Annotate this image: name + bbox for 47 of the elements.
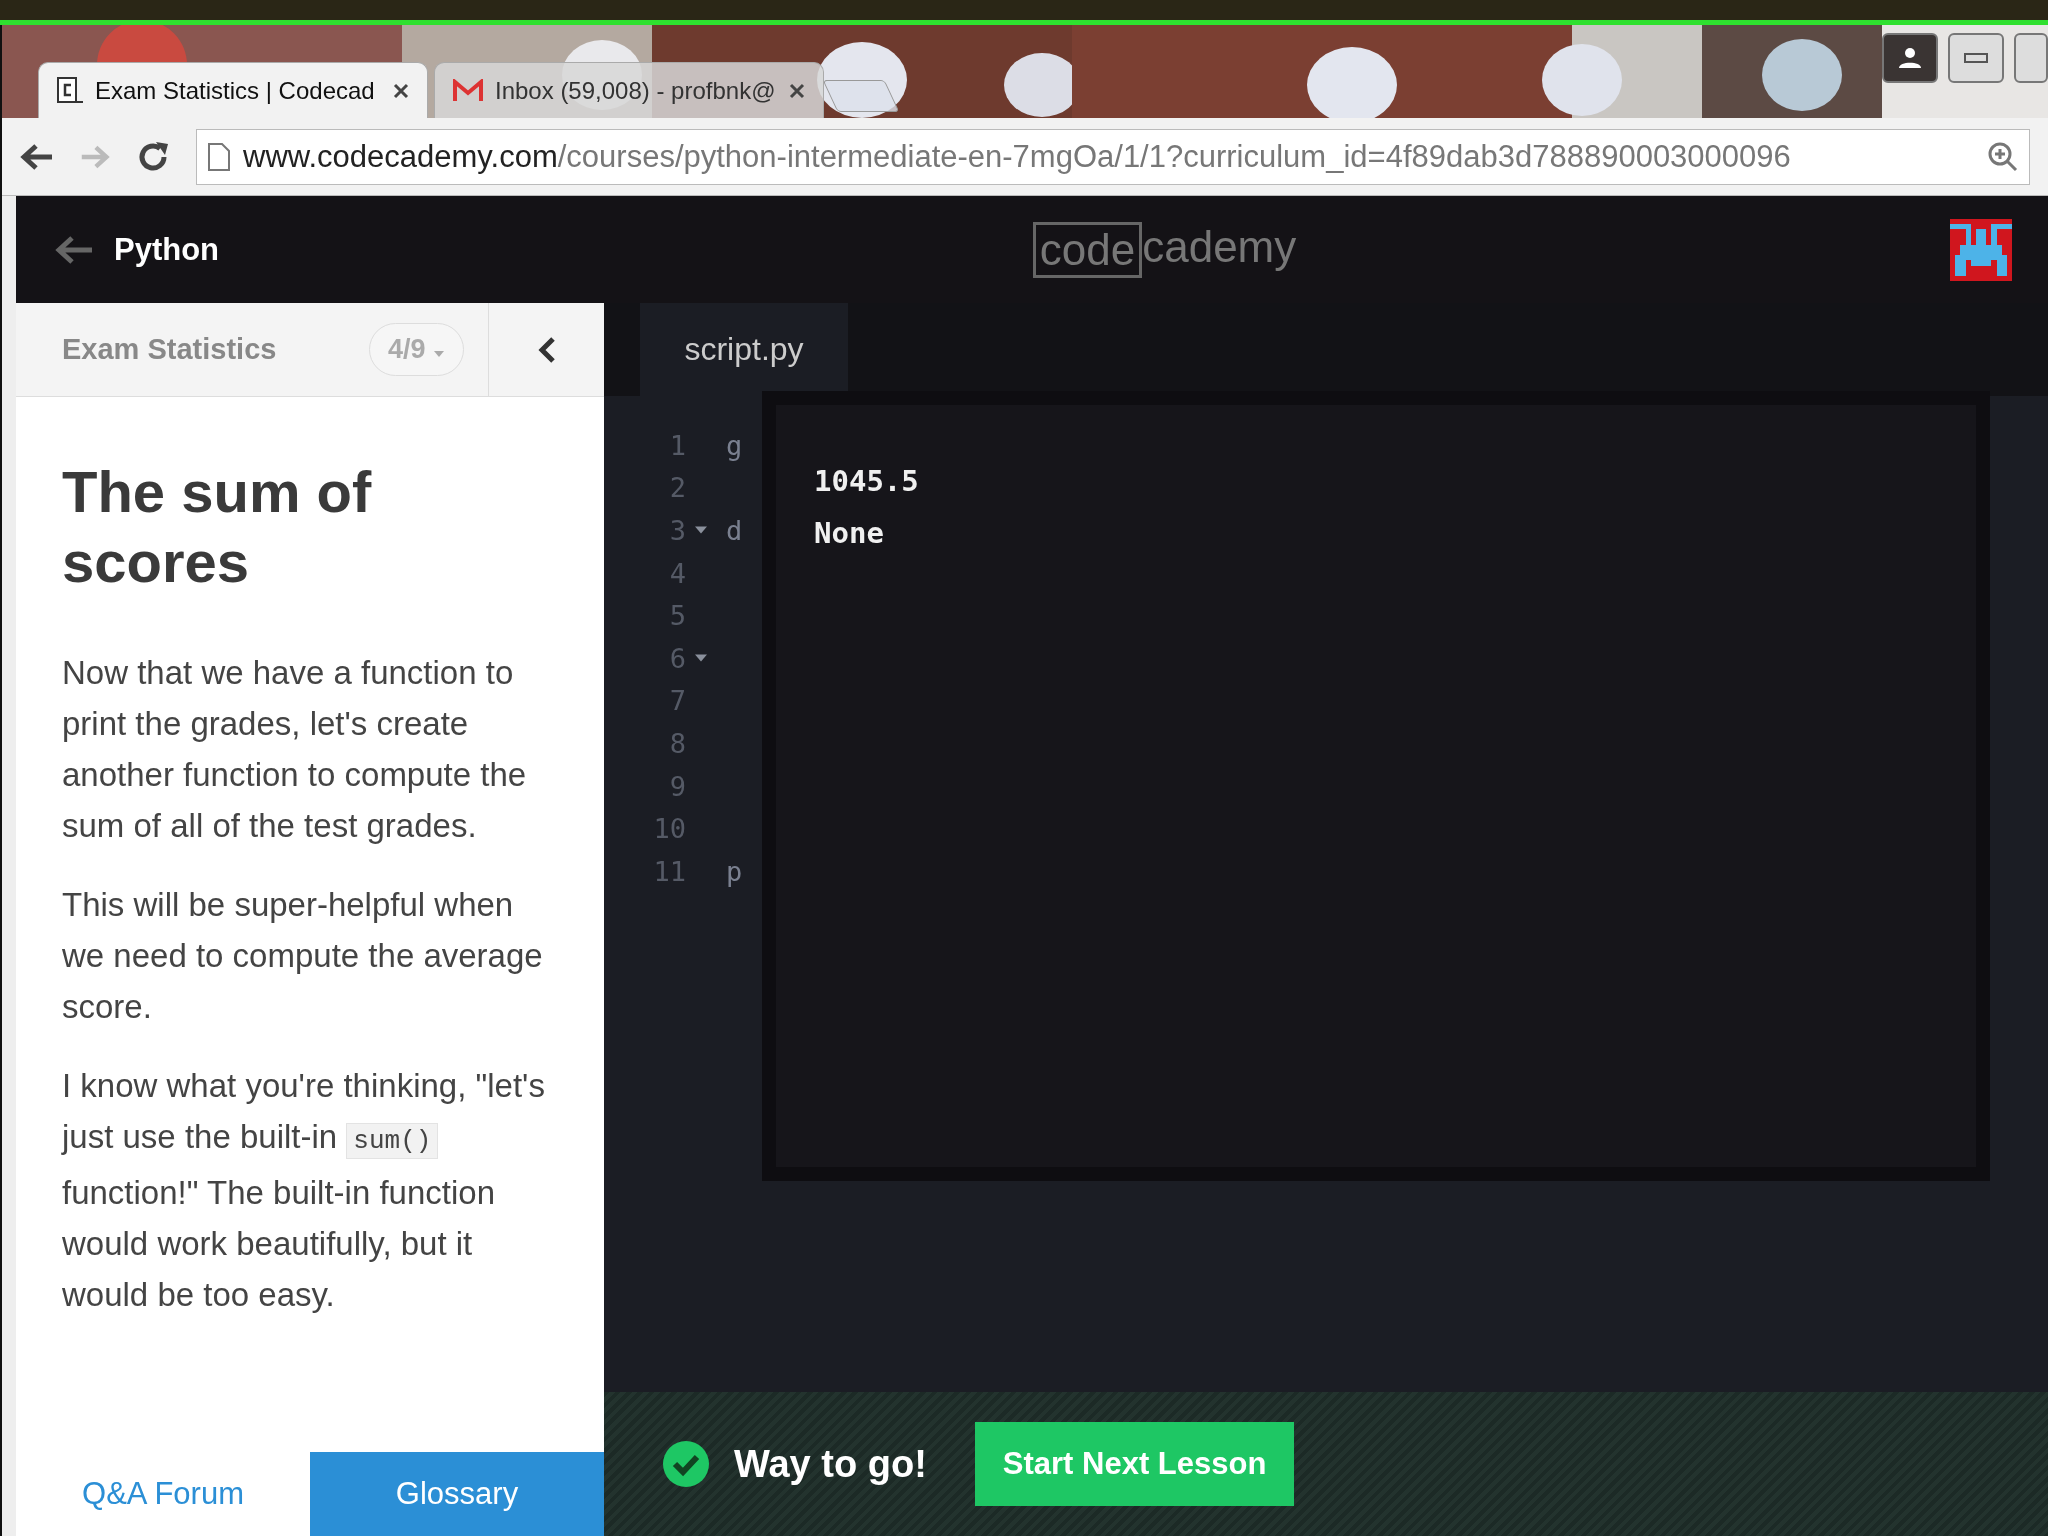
caret-icon <box>433 350 445 358</box>
chevron-left-icon <box>537 335 556 364</box>
line-number: 11 <box>652 855 686 887</box>
lesson-paragraph: Now that we have a function to print the grades, let's create another function to compute the sum of all of the test grades. <box>62 653 528 846</box>
address-bar[interactable]: www.codecademy.com/courses/python-intermediate-en-7mgOa/1/1?curriculum_id=4f89dab3d788890003000096 <box>196 128 2030 185</box>
zoom-icon[interactable] <box>1987 140 2019 173</box>
minimize-icon <box>1964 53 1988 63</box>
line-number: 5 <box>668 600 686 632</box>
line-number: 3 <box>668 515 686 546</box>
line-number: 6 <box>668 642 686 674</box>
footer-tab[interactable]: Glossary <box>310 1452 604 1536</box>
line-number: 8 <box>668 727 686 759</box>
browser-tab[interactable]: Exam Statistics | Codecad <box>38 62 428 118</box>
fold-icon[interactable] <box>695 526 707 535</box>
course-link[interactable]: Python <box>114 231 220 268</box>
site-logo[interactable]: code cademy <box>399 221 1930 278</box>
file-tab[interactable]: script.py <box>640 303 848 396</box>
check-icon <box>662 1440 710 1488</box>
lesson-paragraph: I know what you're thinking, "let's just use the built-in sum() function!" The built-in function would work beautifully, but it would be too easy. <box>62 1066 546 1315</box>
output-line: 1045.5 <box>814 463 920 500</box>
close-icon[interactable] <box>789 82 805 99</box>
mail-favicon-icon <box>453 78 483 103</box>
close-icon[interactable] <box>393 82 409 99</box>
browser-tab[interactable]: Inbox (59,008) - profbnk@ <box>434 62 824 118</box>
line-number: 4 <box>668 557 686 589</box>
fold-icon[interactable] <box>695 654 707 663</box>
output-line: None <box>814 515 885 552</box>
lesson-paragraph: This will be super-helpful when we need to compute the average score. <box>62 885 544 1027</box>
back-icon[interactable] <box>20 141 54 172</box>
restore-button[interactable] <box>2014 33 2048 83</box>
unit-title: Exam Statistics <box>62 333 277 366</box>
success-message: Way to go! <box>734 1442 927 1486</box>
line-number: 2 <box>668 472 686 504</box>
user-button[interactable] <box>1882 33 1938 83</box>
codecademy-favicon-icon <box>57 76 83 105</box>
code-text: d <box>726 515 743 546</box>
line-number: 10 <box>652 813 686 845</box>
line-number: 9 <box>668 770 686 802</box>
page-icon <box>207 141 231 172</box>
line-number: 1 <box>668 429 686 461</box>
minimize-button[interactable] <box>1948 33 2004 83</box>
user-icon <box>1897 47 1923 69</box>
back-arrow-icon[interactable] <box>54 233 94 266</box>
code-text: p <box>726 855 743 887</box>
line-number: 7 <box>668 685 686 717</box>
lesson-title: The sum of scores <box>62 458 373 596</box>
code-text: g <box>726 429 743 461</box>
